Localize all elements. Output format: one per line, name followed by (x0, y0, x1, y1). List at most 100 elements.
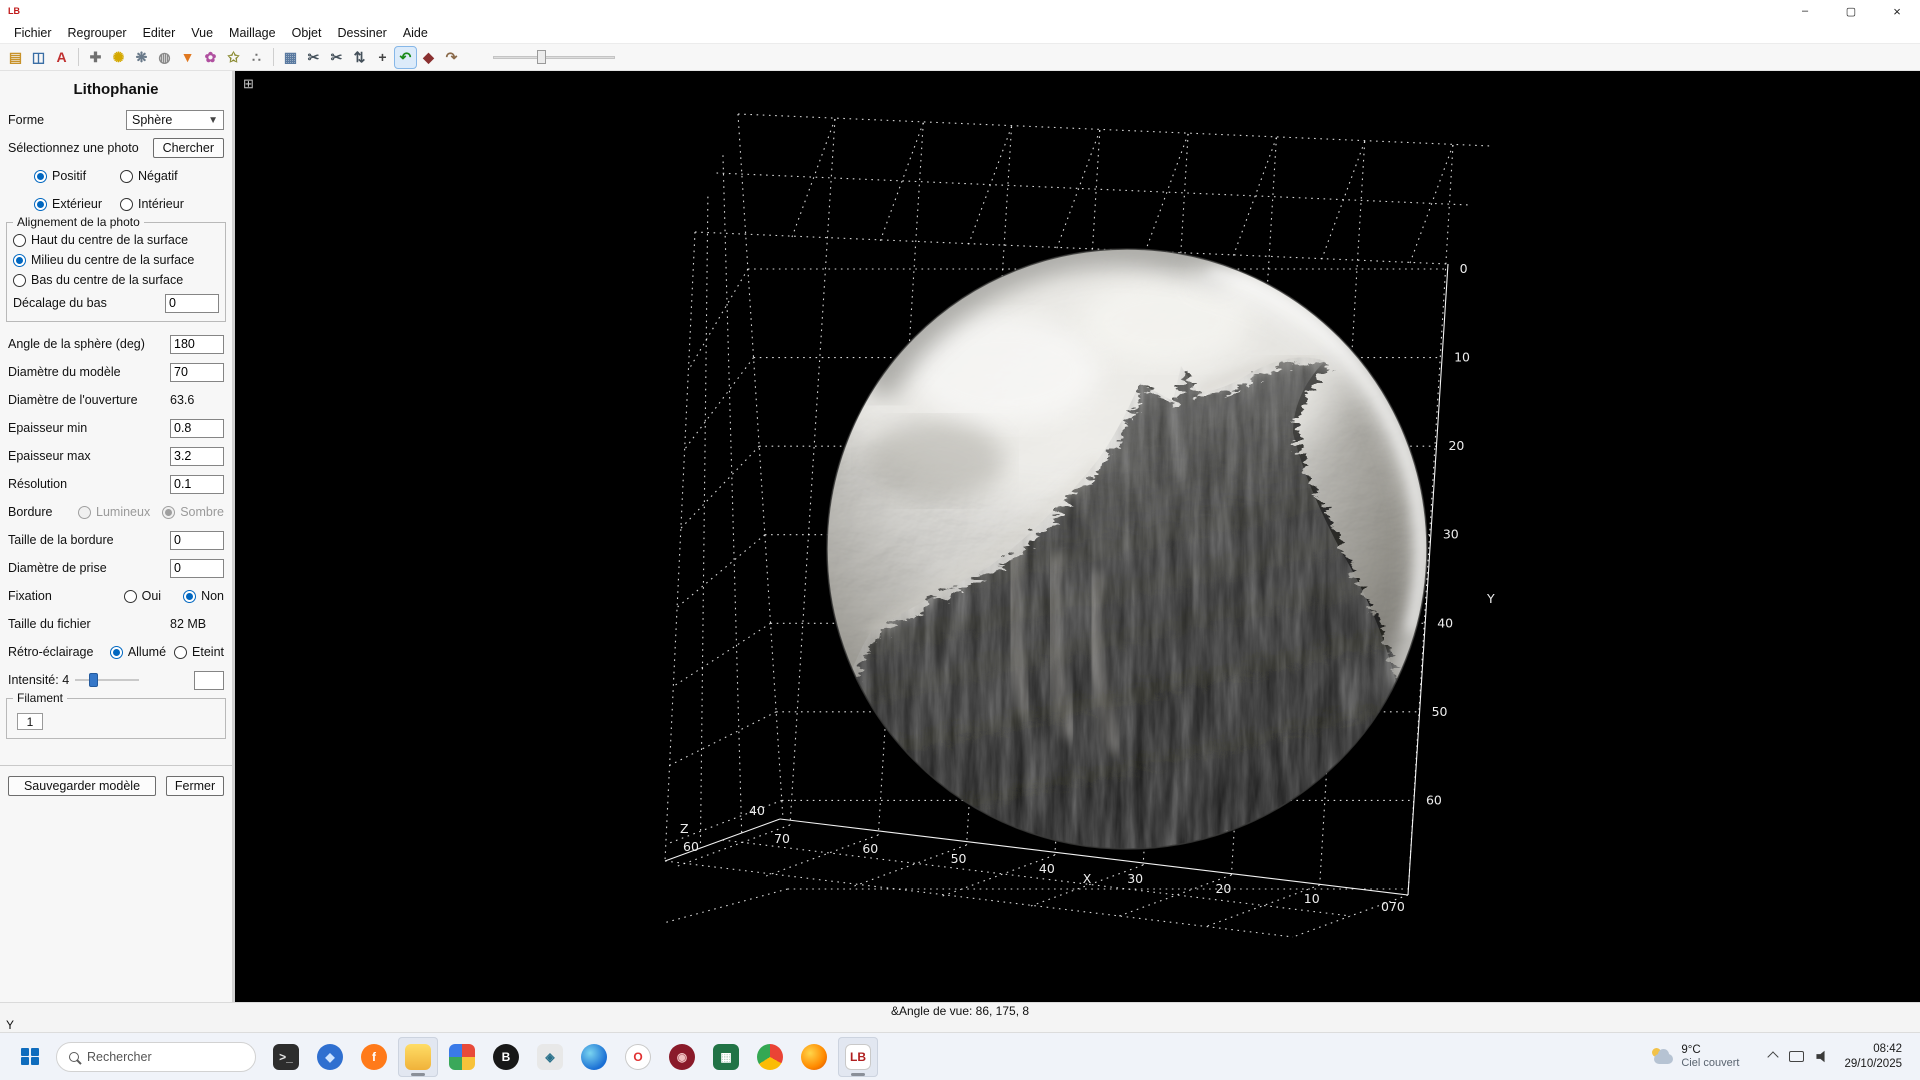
tool-icon[interactable]: ◆ (417, 46, 440, 69)
scene-3d[interactable]: 010203040506007070605040302010XYZ4060 (235, 71, 1920, 1002)
intensity-slider[interactable] (75, 672, 139, 688)
fermer-button[interactable]: Fermer (166, 776, 224, 796)
taskbar-app-lithobox[interactable]: LB (838, 1037, 878, 1077)
title-bar: LB – ▢ × (0, 0, 1920, 22)
speaker-icon[interactable] (1816, 1050, 1830, 1063)
move-icon[interactable]: + (371, 46, 394, 69)
palette-icon[interactable]: ✿ (199, 46, 222, 69)
undo-icon[interactable]: ↶ (394, 46, 417, 69)
menu-objet[interactable]: Objet (284, 24, 330, 42)
decalage-input[interactable] (165, 294, 219, 313)
close-button[interactable]: × (1874, 0, 1920, 22)
toolbar-separator (273, 48, 274, 66)
toolbar-slider[interactable] (493, 48, 615, 66)
angle-sphere-input[interactable] (170, 335, 224, 354)
chercher-button[interactable]: Chercher (153, 138, 224, 158)
text-tool-icon[interactable]: A (50, 46, 73, 69)
radio-retro-eteint[interactable] (174, 646, 187, 659)
toolbar-slider-thumb[interactable] (537, 50, 546, 64)
diametre-modele-input[interactable] (170, 363, 224, 382)
app-edge-icon (581, 1044, 607, 1070)
taille-bordure-input[interactable] (170, 531, 224, 550)
app-dev-icon: ◈ (537, 1044, 563, 1070)
start-button[interactable] (10, 1037, 50, 1077)
radio-fixation-oui[interactable] (124, 590, 137, 603)
radio-positif[interactable] (34, 170, 47, 183)
filament-cell[interactable]: 1 (17, 713, 43, 730)
radio-negatif[interactable] (120, 170, 133, 183)
moon-maria (865, 421, 1005, 501)
z-tick: 60 (683, 839, 699, 854)
star-icon[interactable]: ✩ (222, 46, 245, 69)
menu-vue[interactable]: Vue (183, 24, 221, 42)
viewport-3d[interactable]: ⊞ (235, 71, 1920, 1002)
save-model-button[interactable]: Sauvegarder modèle (8, 776, 156, 796)
taskbar-app-maroon[interactable]: ◉ (662, 1037, 702, 1077)
radio-align-haut[interactable] (13, 234, 26, 247)
cut-y-icon[interactable]: ✂ (325, 46, 348, 69)
forme-select[interactable]: Sphère ▼ (126, 110, 224, 130)
epaisseur-min-input[interactable] (170, 419, 224, 438)
taskbar-app-edge[interactable] (574, 1037, 614, 1077)
redo-icon[interactable]: ↷ (440, 46, 463, 69)
app-chrome-icon (757, 1044, 783, 1070)
taskbar-app-b[interactable]: B (486, 1037, 526, 1077)
taskbar-clock[interactable]: 08:42 29/10/2025 (1844, 1042, 1902, 1071)
axes-icon[interactable]: ✚ (84, 46, 107, 69)
sort-z-icon[interactable]: ⇅ (348, 46, 371, 69)
radio-fixation-non[interactable] (183, 590, 196, 603)
radio-bordure-lumineux (78, 506, 91, 519)
menu-editer[interactable]: Editer (135, 24, 184, 42)
menu-fichier[interactable]: Fichier (6, 24, 60, 42)
grid-icon[interactable]: ▦ (279, 46, 302, 69)
radio-interieur[interactable] (120, 198, 133, 211)
taskbar-app-firefox[interactable] (794, 1037, 834, 1077)
open-file-icon[interactable]: ▤ (4, 46, 27, 69)
radio-exterieur[interactable] (34, 198, 47, 211)
epaisseur-max-input[interactable] (170, 447, 224, 466)
taskbar-weather[interactable]: 9°C Ciel couvert (1646, 1042, 1745, 1072)
touch-keyboard-icon[interactable] (1789, 1051, 1804, 1062)
z-axis-label: Z (680, 821, 689, 836)
diametre-modele-label: Diamètre du modèle (8, 365, 170, 379)
minimize-button[interactable]: – (1782, 0, 1828, 22)
light-icon[interactable]: ✺ (107, 46, 130, 69)
app-terminal-icon: >_ (273, 1044, 299, 1070)
taskbar-app-explorer[interactable] (398, 1037, 438, 1077)
taskbar-app-shield[interactable]: ◆ (310, 1037, 350, 1077)
windows-logo-icon (21, 1048, 39, 1066)
align-haut-label: Haut du centre de la surface (31, 233, 188, 247)
taskbar-app-opera[interactable]: O (618, 1037, 658, 1077)
status-bar: &Angle de vue: 86, 175, 8 Y (0, 1002, 1920, 1032)
app-explorer-icon (405, 1044, 431, 1070)
taskbar-app-flame[interactable]: f (354, 1037, 394, 1077)
menu-dessiner[interactable]: Dessiner (329, 24, 394, 42)
x-tick: 30 (1127, 871, 1143, 886)
radio-retro-allume[interactable] (110, 646, 123, 659)
maximize-button[interactable]: ▢ (1828, 0, 1874, 22)
intensity-value-box[interactable] (194, 671, 224, 690)
x-tick: 40 (1039, 861, 1055, 876)
radio-align-bas[interactable] (13, 274, 26, 287)
taskbar-app-terminal[interactable]: >_ (266, 1037, 306, 1077)
menu-aide[interactable]: Aide (395, 24, 436, 42)
taskbar-app-dev[interactable]: ◈ (530, 1037, 570, 1077)
tray-chevron-icon[interactable] (1768, 1051, 1779, 1062)
resolution-input[interactable] (170, 475, 224, 494)
cut-x-icon[interactable]: ✂ (302, 46, 325, 69)
taskbar-app-excel[interactable]: ▦ (706, 1037, 746, 1077)
intensity-slider-thumb[interactable] (89, 673, 98, 687)
diametre-prise-input[interactable] (170, 559, 224, 578)
menu-regrouper[interactable]: Regrouper (60, 24, 135, 42)
mesh-icon[interactable]: ❋ (130, 46, 153, 69)
taskbar-search[interactable]: Rechercher (56, 1042, 256, 1072)
sphere-icon[interactable]: ◍ (153, 46, 176, 69)
points-icon[interactable]: ∴ (245, 46, 268, 69)
taskbar-app-capture[interactable] (442, 1037, 482, 1077)
taskbar-app-chrome[interactable] (750, 1037, 790, 1077)
lithophanie-panel: Lithophanie Forme Sphère ▼ Sélectionnez … (0, 71, 235, 1002)
cone-icon[interactable]: ▼ (176, 46, 199, 69)
save-icon[interactable]: ◫ (27, 46, 50, 69)
menu-maillage[interactable]: Maillage (221, 24, 284, 42)
radio-align-milieu[interactable] (13, 254, 26, 267)
